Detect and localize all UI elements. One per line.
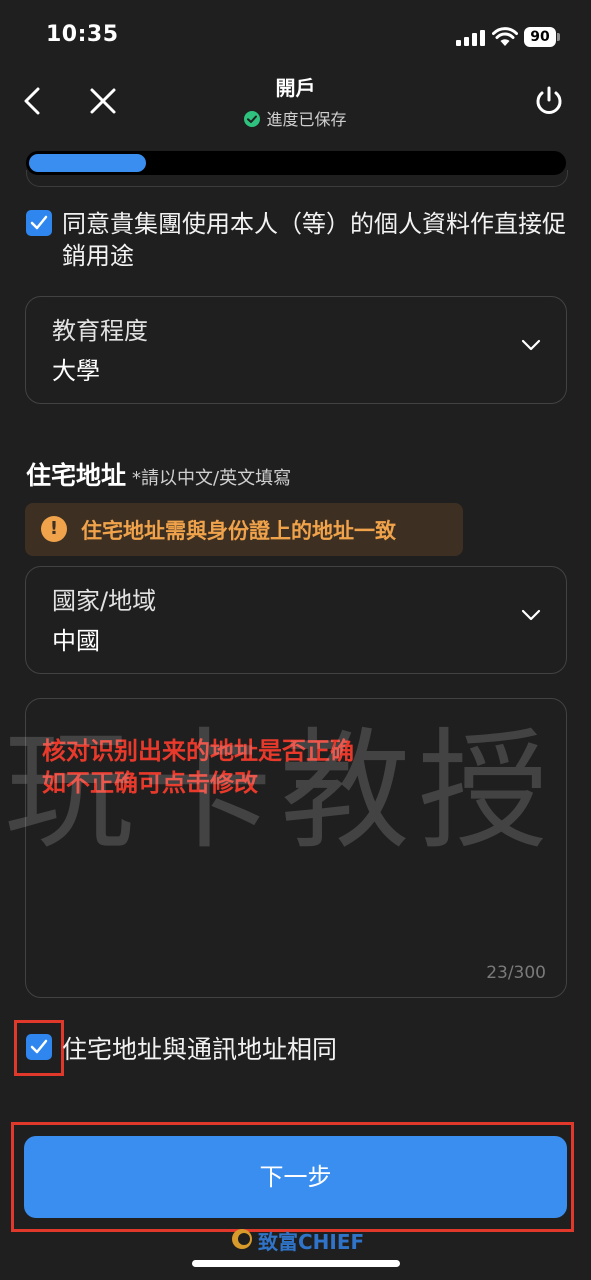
education-label: 教育程度 [52,317,148,345]
education-select[interactable]: 教育程度 大學 [25,296,567,404]
checkmark-icon [30,215,48,230]
chevron-down-icon [521,339,541,351]
power-icon[interactable] [532,84,566,118]
address-warning-banner: ! 住宅地址需與身份證上的地址一致 [25,503,463,556]
marketing-consent-label: 同意貴集團使用本人（等）的個人資料作直接促銷用途 [62,210,566,270]
country-label: 國家/地域 [52,587,157,615]
residential-address-heading: 住宅地址 *請以中文/英文填寫 [26,456,291,492]
cellular-signal-icon [456,30,485,46]
wifi-icon [492,27,518,46]
education-value: 大學 [52,357,100,385]
footer-logo: 致富CHIEF [230,1226,370,1254]
same-address-label: 住宅地址與通訊地址相同 [62,1035,338,1064]
annotation-overlay: 核对识别出来的地址是否正确 如不正确可点击修改 [42,735,354,799]
account-opening-screen: 10:35 90 開戶 進度已保存 同意貴集團使用本人（等）的個人資料作直接促銷… [0,0,591,1280]
saved-status-text: 進度已保存 [266,110,347,129]
chevron-down-icon [521,609,541,621]
logo-text: 致富CHIEF [258,1230,365,1254]
progress-fill [29,154,146,172]
progress-bar [26,151,566,175]
battery-level: 90 [524,27,556,47]
country-select[interactable]: 國家/地域 中國 [25,566,567,674]
annotation-line-1: 核对识别出来的地址是否正确 [42,737,354,765]
exclamation-icon: ! [41,516,67,542]
next-button[interactable]: 下一步 [24,1136,567,1218]
section-hint: *請以中文/英文填寫 [132,468,292,489]
progress-saved-status: 進度已保存 [0,106,591,130]
status-bar: 10:35 90 [0,0,591,70]
home-indicator [192,1260,400,1267]
page-title: 開戶 [275,76,316,100]
checkmark-icon [30,1039,48,1054]
warning-text: 住宅地址需與身份證上的地址一致 [81,519,396,543]
section-title: 住宅地址 [26,461,127,490]
address-textarea[interactable]: 核对识别出来的地址是否正确 如不正确可点击修改 23/300 [25,698,567,998]
status-time: 10:35 [46,22,119,47]
char-count: 23/300 [486,963,546,983]
header: 開戶 進度已保存 [0,70,591,136]
chief-logo-icon [232,1229,252,1249]
marketing-consent-checkbox[interactable] [26,210,52,236]
annotation-line-2: 如不正确可点击修改 [42,769,258,797]
country-value: 中國 [52,627,100,655]
check-circle-icon [244,111,261,127]
battery-icon: 90 [524,27,560,47]
same-address-checkbox[interactable] [26,1034,52,1060]
